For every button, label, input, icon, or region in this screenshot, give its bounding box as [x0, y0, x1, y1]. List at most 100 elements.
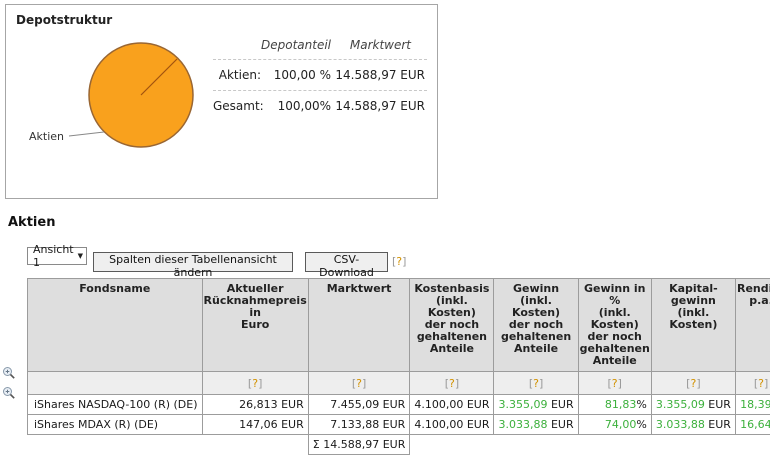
summary-row-label: Gesamt:: [213, 99, 261, 113]
view-select[interactable]: Ansicht 1 ▼: [27, 247, 87, 265]
market-value-sum-cell: Σ 14.588,97 EUR: [308, 435, 410, 455]
sum-empty-cell: [578, 435, 651, 455]
column-help-link[interactable]: [?]: [754, 377, 768, 390]
sum-empty-cell: [202, 435, 308, 455]
summary-row-label: Aktien:: [213, 68, 261, 82]
yield-value: 18,39: [740, 398, 770, 411]
market-value-cell: 7.455,09 EUR: [308, 395, 410, 415]
help-cell: [?]: [578, 372, 651, 395]
summary-row-value: 14.588,97 EUR: [331, 99, 425, 113]
chevron-down-icon: ▼: [78, 253, 83, 260]
col-header-fondsname: Fondsname: [28, 279, 203, 372]
summary-header-row: Depotanteil Marktwert: [213, 35, 427, 60]
pie-label-connector-line: [69, 132, 104, 136]
col-header-rendite: Rendite p.a.: [735, 279, 770, 372]
yield-cell: 18,39%: [735, 395, 770, 415]
sum-empty-cell: [735, 435, 770, 455]
help-bracket: ]: [258, 377, 262, 390]
summary-row-share: 100,00 %: [261, 68, 331, 82]
help-cell-empty: [28, 372, 203, 395]
capital-gain-unit: EUR: [705, 418, 731, 431]
help-bracket: ]: [618, 377, 622, 390]
help-bracket: ]: [696, 377, 700, 390]
capital-gain-unit: EUR: [705, 398, 731, 411]
table-help-row: [?] [?] [?] [?] [?] [?] [?]: [28, 372, 770, 395]
col-header-marktwert: Marktwert: [308, 279, 410, 372]
help-cell: [?]: [651, 372, 735, 395]
yield-cell: 16,64%: [735, 415, 770, 435]
table-sum-row: Σ 14.588,97 EUR: [28, 435, 770, 455]
depot-structure-panel: Depotstruktur Aktien Depotanteil Marktwe…: [5, 4, 438, 199]
section-heading-aktien: Aktien: [8, 215, 55, 230]
gain-cell: 3.033,88 EUR: [494, 415, 578, 435]
help-cell: [?]: [308, 372, 410, 395]
col-header-kapitalgewinn: Kapital- gewinn (inkl. Kosten): [651, 279, 735, 372]
summary-header-marktwert: Marktwert: [331, 38, 425, 52]
column-help-link[interactable]: [?]: [445, 377, 459, 390]
sum-empty-cell: [28, 435, 203, 455]
fund-table: Fondsname Aktueller Rücknahmepreis in Eu…: [27, 278, 770, 455]
capital-gain-value: 3.033,88: [656, 418, 705, 431]
gain-pct-cell: 74,00%: [578, 415, 651, 435]
view-select-value: Ansicht 1: [33, 243, 78, 269]
col-header-gewinn-prozent: Gewinn in % (inkl. Kosten) der noch geha…: [578, 279, 651, 372]
price-cell: 26,813 EUR: [202, 395, 308, 415]
gain-cell: 3.355,09 EUR: [494, 395, 578, 415]
price-cell: 147,06 EUR: [202, 415, 308, 435]
help-bracket: ]: [455, 377, 459, 390]
gain-value: 3.033,88: [498, 418, 547, 431]
col-header-ruecknahmepreis: Aktueller Rücknahmepreis in Euro: [202, 279, 308, 372]
column-help-link[interactable]: [?]: [352, 377, 366, 390]
gain-pct-cell: 81,83%: [578, 395, 651, 415]
summary-row-aktien: Aktien: 100,00 % 14.588,97 EUR: [213, 60, 427, 91]
change-columns-button[interactable]: Spalten dieser Tabellenansicht ändern: [93, 252, 293, 272]
fund-name-cell: iShares NASDAQ-100 (R) (DE): [28, 395, 203, 415]
capital-gain-cell: 3.033,88 EUR: [651, 415, 735, 435]
cost-basis-cell: 4.100,00 EUR: [410, 395, 494, 415]
gain-pct-value: 74,00: [605, 418, 637, 431]
gain-pct-unit: %: [636, 398, 646, 411]
pie-slice-label: Aktien: [29, 130, 64, 143]
yield-value: 16,64: [740, 418, 770, 431]
gain-unit: EUR: [547, 398, 573, 411]
table-header-row: Fondsname Aktueller Rücknahmepreis in Eu…: [28, 279, 770, 372]
column-help-link[interactable]: [?]: [529, 377, 543, 390]
magnifier-icon[interactable]: [2, 366, 16, 380]
capital-gain-cell: 3.355,09 EUR: [651, 395, 735, 415]
help-bracket: ]: [402, 255, 406, 268]
column-help-link[interactable]: [?]: [686, 377, 700, 390]
fund-name-cell: iShares MDAX (R) (DE): [28, 415, 203, 435]
help-cell: [?]: [202, 372, 308, 395]
summary-row-share: 100,00%: [261, 99, 331, 113]
summary-header-spacer: [213, 38, 261, 52]
col-header-gewinn: Gewinn (inkl. Kosten) der noch gehaltene…: [494, 279, 578, 372]
cost-basis-cell: 4.100,00 EUR: [410, 415, 494, 435]
gain-value: 3.355,09: [498, 398, 547, 411]
magnifier-icon[interactable]: [2, 386, 16, 400]
sum-empty-cell: [410, 435, 494, 455]
help-bracket: ]: [764, 377, 768, 390]
gain-pct-unit: %: [636, 418, 646, 431]
help-bracket: ]: [539, 377, 543, 390]
table-row: iShares MDAX (R) (DE) 147,06 EUR 7.133,8…: [28, 415, 770, 435]
sum-empty-cell: [494, 435, 578, 455]
csv-help-link[interactable]: [?]: [392, 255, 406, 268]
help-cell: [?]: [410, 372, 494, 395]
col-header-kostenbasis: Kostenbasis (inkl. Kosten) der noch geha…: [410, 279, 494, 372]
sum-empty-cell: [651, 435, 735, 455]
summary-row-value: 14.588,97 EUR: [331, 68, 425, 82]
help-cell: [?]: [735, 372, 770, 395]
help-cell: [?]: [494, 372, 578, 395]
column-help-link[interactable]: [?]: [608, 377, 622, 390]
column-help-link[interactable]: [?]: [248, 377, 262, 390]
table-row: iShares NASDAQ-100 (R) (DE) 26,813 EUR 7…: [28, 395, 770, 415]
summary-header-depotanteil: Depotanteil: [261, 38, 331, 52]
market-value-cell: 7.133,88 EUR: [308, 415, 410, 435]
depot-summary-table: Depotanteil Marktwert Aktien: 100,00 % 1…: [213, 35, 427, 113]
csv-download-button[interactable]: CSV-Download: [305, 252, 388, 272]
help-bracket: ]: [362, 377, 366, 390]
capital-gain-value: 3.355,09: [656, 398, 705, 411]
gain-unit: EUR: [547, 418, 573, 431]
summary-row-gesamt: Gesamt: 100,00% 14.588,97 EUR: [213, 91, 427, 113]
gain-pct-value: 81,83: [605, 398, 637, 411]
